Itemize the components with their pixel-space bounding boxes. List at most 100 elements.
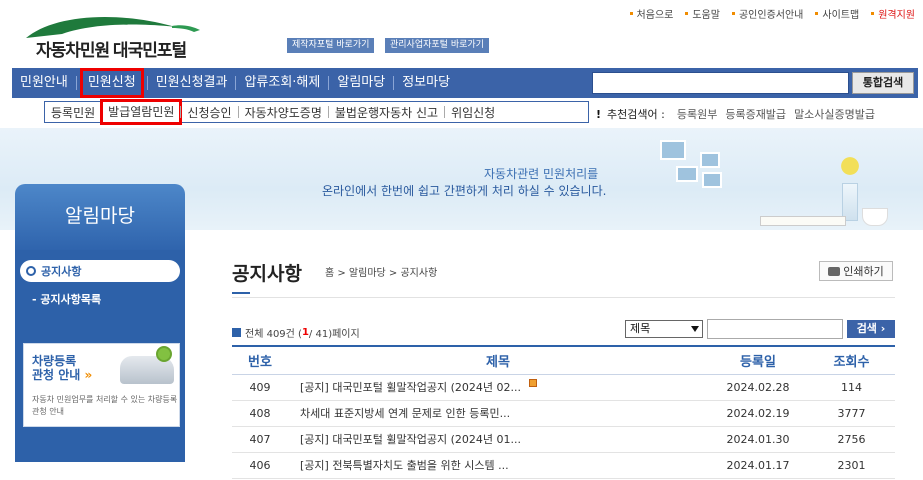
square-bullet-icon	[232, 328, 241, 337]
double-arrow-icon: »	[84, 368, 93, 382]
col-header-title: 제목	[288, 345, 708, 375]
photo-frame-icon	[660, 140, 686, 160]
sidebar-item-label: 공지사항	[41, 265, 82, 278]
maker-portal-button[interactable]: 제작자포털 바로가기	[287, 38, 375, 53]
cell-views: 114	[808, 374, 895, 401]
cell-no: 409	[232, 374, 288, 401]
keyword-link[interactable]: 말소사실증명발급	[794, 106, 875, 122]
photo-frame-icon	[700, 152, 720, 168]
nav-item-info[interactable]: 정보마당	[394, 68, 458, 98]
subnav-item-registration[interactable]: 등록민원	[45, 104, 101, 121]
card-title-line-1: 차량등록	[32, 354, 77, 368]
keyword-link[interactable]: 등록원부	[677, 106, 717, 122]
util-link-remote[interactable]: 원격지원	[859, 6, 915, 21]
utility-links: 처음으로 도움말 공인인증서안내 사이트맵 원격지원	[618, 6, 915, 21]
table-row: 406 [공지] 전북특별자치도 출범을 위한 시스템 ... 2024.01.…	[232, 452, 895, 479]
cell-title[interactable]: [공지] 전북특별자치도 출범을 위한 시스템 ...	[288, 452, 708, 479]
nav-item-notice[interactable]: 알림마당	[329, 68, 393, 98]
subnav-item-delegate[interactable]: 위임신청	[445, 104, 501, 121]
cell-views: 2756	[808, 426, 895, 453]
chevron-down-icon	[691, 326, 699, 332]
bullet-icon	[629, 12, 633, 15]
search-field-value: 제목	[630, 322, 651, 335]
registration-office-card[interactable]: 차량등록 관청 안내 » 자동차 민원업무를 처리할 수 있는 차량등록관청 안…	[23, 343, 180, 427]
new-badge-icon	[529, 379, 538, 387]
site-logo[interactable]: 자동차민원 대국민포털	[22, 8, 222, 60]
cell-no: 408	[232, 400, 288, 427]
nav-divider	[75, 76, 77, 90]
subnav-item-transfer[interactable]: 자동차양도증명	[239, 104, 328, 121]
print-button[interactable]: 인쇄하기	[819, 261, 893, 281]
alert-icon: !	[596, 107, 602, 121]
photo-frame-icon	[676, 166, 698, 182]
total-suffix: / 41)페이지	[308, 329, 360, 340]
divider	[232, 297, 895, 298]
flower-icon	[838, 148, 862, 184]
board-search-button[interactable]: 검색 ›	[847, 320, 895, 338]
table-header-row: 번호 제목 등록일 조회수	[232, 345, 895, 375]
notice-title-link[interactable]: [공지] 전북특별자치도 출범을 위한 시스템 ...	[300, 459, 509, 472]
notice-title-link[interactable]: 차세대 표준지방세 연계 문제로 인한 등록민...	[300, 407, 510, 420]
util-link-home[interactable]: 처음으로	[618, 6, 674, 21]
nav-item-results[interactable]: 민원신청결과	[148, 68, 236, 98]
nav-item-guide[interactable]: 민원안내	[12, 68, 76, 98]
sidebar-item-notice-list[interactable]: - 공지사항목록	[32, 291, 101, 307]
util-link-help[interactable]: 도움말	[673, 6, 720, 21]
title-underline	[232, 292, 250, 294]
cell-no: 406	[232, 452, 288, 479]
cell-title[interactable]: [공지] 대국민포털 휠말작업공지 (2024년 02...	[288, 374, 708, 401]
printer-icon	[828, 266, 841, 276]
cell-date: 2024.01.30	[708, 426, 808, 453]
cup-icon	[862, 208, 888, 226]
sub-nav: 등록민원 발급열람민원 신청승인 자동차양도증명 불법운행자동차 신고 위임신청	[44, 99, 589, 125]
nav-item-seizure[interactable]: 압류조회·해제	[236, 68, 328, 98]
photo-frame-icon	[702, 172, 722, 188]
util-link-label: 도움말	[692, 10, 720, 21]
banner-line-1: 자동차관련 민원처리를	[484, 167, 599, 181]
col-header-no: 번호	[232, 345, 288, 375]
bullet-icon	[685, 12, 689, 15]
print-label: 인쇄하기	[843, 265, 884, 278]
bullet-icon	[731, 12, 735, 15]
col-header-views: 조회수	[808, 345, 895, 375]
util-link-label: 원격지원	[878, 10, 915, 21]
cell-date: 2024.02.19	[708, 400, 808, 427]
sidebar-title: 알림마당	[15, 184, 185, 250]
manager-portal-button[interactable]: 관리사업자포털 바로가기	[385, 38, 489, 53]
notice-title-link[interactable]: [공지] 대국민포털 휠말작업공지 (2024년 01...	[300, 433, 521, 446]
notice-table: 번호 제목 등록일 조회수 409 [공지] 대국민포털 휠말작업공지 (202…	[232, 345, 895, 479]
cell-no: 407	[232, 426, 288, 453]
radio-circle-icon	[26, 266, 36, 276]
bullet-icon	[871, 12, 875, 15]
table-row: 409 [공지] 대국민포털 휠말작업공지 (2024년 02... 2024.…	[232, 374, 895, 401]
current-page: 1	[301, 327, 309, 338]
cell-title[interactable]: 차세대 표준지방세 연계 문제로 인한 등록민...	[288, 400, 708, 427]
logo-text: 자동차민원 대국민포털	[36, 41, 187, 60]
nav-item-apply[interactable]: 민원신청	[79, 68, 144, 98]
col-header-date: 등록일	[708, 345, 808, 375]
search-field-select[interactable]: 제목	[625, 320, 703, 338]
util-link-label: 사이트맵	[822, 10, 860, 21]
subnav-item-issue[interactable]: 발급열람민원	[100, 99, 183, 125]
table-row: 407 [공지] 대국민포털 휠말작업공지 (2024년 01... 2024.…	[232, 426, 895, 453]
subnav-item-approval[interactable]: 신청승인	[181, 104, 237, 121]
integrated-search-button[interactable]: 통합검색	[852, 72, 914, 94]
util-link-label: 공인인증서안내	[738, 10, 804, 21]
cell-views: 3777	[808, 400, 895, 427]
card-title-line-2: 관청 안내	[32, 368, 81, 382]
cell-title[interactable]: [공지] 대국민포털 휠말작업공지 (2024년 01...	[288, 426, 708, 453]
notice-title-link[interactable]: [공지] 대국민포털 휠말작업공지 (2024년 02...	[300, 381, 521, 394]
cell-views: 2301	[808, 452, 895, 479]
sidebar-item-notice[interactable]: 공지사항	[20, 260, 180, 282]
subnav-item-report[interactable]: 불법운행자동차 신고	[329, 104, 444, 121]
board-search-input[interactable]	[707, 319, 843, 339]
card-title: 차량등록 관청 안내 »	[32, 354, 92, 382]
integrated-search-input[interactable]	[592, 72, 849, 94]
breadcrumb: 홈 > 알림마당 > 공지사항	[325, 268, 438, 279]
cell-date: 2024.01.17	[708, 452, 808, 479]
util-link-cert[interactable]: 공인인증서안내	[720, 6, 803, 21]
main-nav: 민원안내 민원신청 민원신청결과 압류조회·해제 알림마당 정보마당 통합검색	[12, 68, 918, 98]
util-link-label: 처음으로	[636, 10, 674, 21]
keyword-link[interactable]: 등록증재발급	[725, 106, 786, 122]
util-link-sitemap[interactable]: 사이트맵	[803, 6, 859, 21]
